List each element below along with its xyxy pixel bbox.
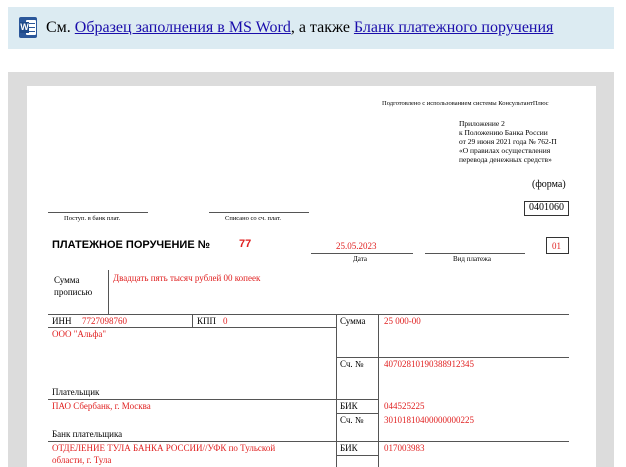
- sum-value: 25 000-00: [384, 316, 421, 326]
- order-date: 25.05.2023: [336, 241, 377, 251]
- bik-row-line: [336, 413, 378, 414]
- recipient-bank-name: ОТДЕЛЕНИЕ ТУЛА БАНКА РОССИИ//УФК по Туль…: [52, 443, 276, 453]
- appendix-line-2: к Положению Банка России: [459, 128, 548, 137]
- inn-label: ИНН: [52, 316, 72, 326]
- label-column-divider: [378, 314, 379, 467]
- date-label: Дата: [353, 255, 367, 263]
- notice-middle: , а также: [290, 19, 354, 36]
- kpp-label: КПП: [197, 316, 217, 326]
- notice-prefix: См.: [46, 19, 75, 36]
- payer-bank-bottom-line: [48, 441, 569, 442]
- debited-label: Списано со сч. плат.: [225, 215, 281, 222]
- payer-name: ООО "Альфа": [52, 329, 107, 339]
- form-code: 0401060: [529, 202, 564, 213]
- payer-account-label: Сч. №: [340, 359, 364, 369]
- payer-bottom-line: [48, 399, 378, 400]
- appendix-line-4: «О правилах осуществления: [459, 146, 551, 155]
- inn-kpp-divider: [192, 314, 193, 327]
- status-code: 01: [552, 241, 561, 251]
- appendix-line-5: перевода денежных средств»: [459, 155, 552, 164]
- payer-bik: 044525225: [384, 401, 425, 411]
- amount-in-words: Двадцать пять тысяч рублей 00 копеек: [113, 273, 261, 283]
- document-title: ПЛАТЕЖНОЕ ПОРУЧЕНИЕ №: [52, 239, 210, 251]
- payer-bank-account: 30101810400000000225: [384, 415, 474, 425]
- appendix-line-3: от 29 июня 2021 года № 762-П: [459, 137, 557, 146]
- received-line: [48, 212, 148, 213]
- received-label: Поступ. в банк плат.: [64, 215, 121, 222]
- payment-order-sheet: Подготовлено с использованием системы Ко…: [27, 86, 596, 467]
- payer-kpp: 0: [223, 316, 228, 326]
- payer-bik-label: БИК: [340, 401, 358, 411]
- payer-bank-label: Банк плательщика: [52, 429, 123, 439]
- debited-line: [209, 212, 309, 213]
- order-number: 77: [239, 238, 252, 250]
- appendix-line-1: Приложение 2: [459, 119, 505, 128]
- amount-words-divider: [108, 270, 109, 314]
- payer-account: 40702810190388912345: [384, 359, 474, 369]
- payer-inn: 7727098760: [82, 316, 127, 326]
- left-column-divider: [336, 314, 337, 467]
- payer-bank-account-label: Сч. №: [340, 415, 364, 425]
- recipient-bik: 017003983: [384, 443, 425, 453]
- sample-word-link[interactable]: Образец заполнения в MS Word: [75, 19, 291, 36]
- form-label: (форма): [532, 179, 566, 190]
- payment-type-line: [425, 253, 525, 254]
- prepared-note: Подготовлено с использованием системы Ко…: [382, 100, 549, 107]
- inn-row-line: [48, 327, 336, 328]
- account-top-line: [336, 357, 569, 358]
- recipient-bik-label: БИК: [340, 443, 358, 453]
- notice-text: См. Образец заполнения в MS Word, а такж…: [46, 19, 553, 37]
- payer-bank-name: ПАО Сбербанк, г. Москва: [52, 401, 151, 411]
- ms-word-icon: W: [19, 17, 37, 38]
- recipient-bank-name-cont: области, г. Тула: [52, 455, 112, 465]
- date-line: [311, 253, 413, 254]
- amount-words-label: Сумма прописью: [54, 275, 93, 297]
- notice-banner: W См. Образец заполнения в MS Word, а та…: [8, 7, 614, 49]
- recipient-bik-row-line: [336, 455, 378, 456]
- payer-top-line: [48, 314, 569, 315]
- payer-label: Плательщик: [52, 387, 100, 397]
- document-frame: Подготовлено с использованием системы Ко…: [8, 72, 614, 467]
- blank-form-link[interactable]: Бланк платежного поручения: [354, 19, 554, 36]
- sum-label: Сумма: [340, 316, 366, 326]
- payment-type-label: Вид платежа: [453, 255, 492, 263]
